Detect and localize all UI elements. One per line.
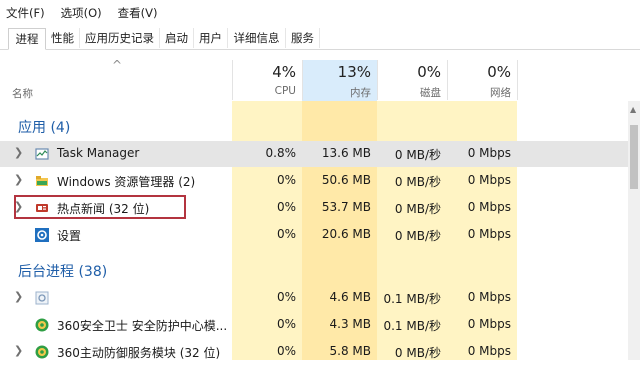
chevron-right-icon[interactable]: ❯ [14,173,23,186]
mem-value: 53.7 MB [321,200,371,214]
cpu-value: 0% [276,227,296,241]
mem-value: 4.3 MB [329,317,371,331]
process-row-background[interactable]: ❯ 360主动防御服务模块 (32 位) 0% 5.8 MB 0 MB/秒 0 … [0,339,640,365]
menu-options[interactable]: 选项(O) [61,5,102,21]
disk-value: 0 MB/秒 [394,175,441,189]
menu-file[interactable]: 文件(F) [6,5,45,21]
process-row-task-manager[interactable]: ❯ Task Manager 0.8% 13.6 MB 0 MB/秒 0 Mbp… [0,141,640,167]
chevron-right-icon[interactable]: ❯ [14,290,23,303]
cpu-column-header[interactable]: CPU [232,85,296,97]
process-name: 360主动防御服务模块 (32 位) [57,346,221,360]
group-background-header: 后台进程 (38) [18,264,108,280]
tab-details[interactable]: 详细信息 [228,28,286,48]
vertical-scrollbar[interactable]: ▲ [628,101,640,360]
cpu-value: 0% [276,200,296,214]
mem-column-header[interactable]: 内存 [302,85,371,100]
process-row-explorer[interactable]: ❯ Windows 资源管理器 (2) 0% 50.6 MB 0 MB/秒 0 … [0,168,640,194]
highlight-annotation-box [14,195,186,219]
settings-gear-icon [35,228,49,242]
tab-users[interactable]: 用户 [194,28,228,48]
tab-bar: 进程 性能 应用历史记录 启动 用户 详细信息 服务 [0,28,640,50]
process-name: 360安全卫士 安全防护中心模... [57,319,228,333]
cpu-value: 0.8% [265,146,297,160]
disk-column-header[interactable]: 磁盘 [377,85,441,100]
net-value: 0 Mbps [467,227,511,241]
disk-value: 0.1 MB/秒 [383,319,441,333]
sort-arrow-icon: ^ [112,58,123,72]
mem-value: 4.6 MB [329,290,371,304]
cpu-value: 0% [276,317,296,331]
disk-value: 0.1 MB/秒 [383,292,441,306]
mem-value: 5.8 MB [329,344,371,358]
group-apps-header: 应用 (4) [18,120,71,136]
column-divider [517,60,518,100]
scrollbar-thumb[interactable] [630,125,638,189]
disk-percent[interactable]: 0% [377,63,441,81]
process-name: 设置 [57,229,82,243]
explorer-icon [36,176,48,186]
process-row-background[interactable]: 360安全卫士 安全防护中心模... 0% 4.3 MB 0.1 MB/秒 0 … [0,312,640,338]
net-column-header[interactable]: 网络 [447,85,511,100]
menu-bar: 文件(F) 选项(O) 查看(V) [0,0,640,26]
process-row-settings[interactable]: 设置 0% 20.6 MB 0 MB/秒 0 Mbps [0,222,640,248]
360-icon [35,318,49,332]
generic-process-icon [35,291,49,305]
cpu-percent[interactable]: 4% [232,63,296,81]
disk-value: 0 MB/秒 [394,229,441,243]
cpu-value: 0% [276,344,296,358]
mem-value: 13.6 MB [321,146,371,160]
tab-startup[interactable]: 启动 [160,28,194,48]
tab-performance[interactable]: 性能 [46,28,80,48]
net-value: 0 Mbps [467,173,511,187]
mem-percent[interactable]: 13% [302,63,371,81]
disk-value: 0 MB/秒 [394,346,441,360]
mem-value: 50.6 MB [321,173,371,187]
disk-value: 0 MB/秒 [394,202,441,216]
chevron-right-icon[interactable]: ❯ [14,146,23,159]
disk-value: 0 MB/秒 [394,148,441,162]
process-row-background[interactable]: ❯ 0% 4.6 MB 0.1 MB/秒 0 Mbps [0,285,640,311]
cpu-value: 0% [276,290,296,304]
net-percent[interactable]: 0% [447,63,511,81]
name-column-header[interactable]: 名称 [12,86,33,101]
scroll-up-arrow-icon[interactable]: ▲ [630,105,636,114]
net-value: 0 Mbps [467,317,511,331]
360-icon [35,345,49,359]
net-value: 0 Mbps [467,290,511,304]
net-value: 0 Mbps [467,344,511,358]
menu-view[interactable]: 查看(V) [118,5,158,21]
tab-processes[interactable]: 进程 [8,28,46,50]
tab-app-history[interactable]: 应用历史记录 [80,28,160,48]
process-name: Task Manager [57,146,140,160]
tab-services[interactable]: 服务 [286,28,320,48]
task-manager-icon [35,148,49,160]
cpu-value: 0% [276,173,296,187]
net-value: 0 Mbps [467,200,511,214]
chevron-right-icon[interactable]: ❯ [14,344,23,357]
process-name: Windows 资源管理器 (2) [57,175,196,189]
mem-value: 20.6 MB [321,227,371,241]
net-value: 0 Mbps [467,146,511,160]
